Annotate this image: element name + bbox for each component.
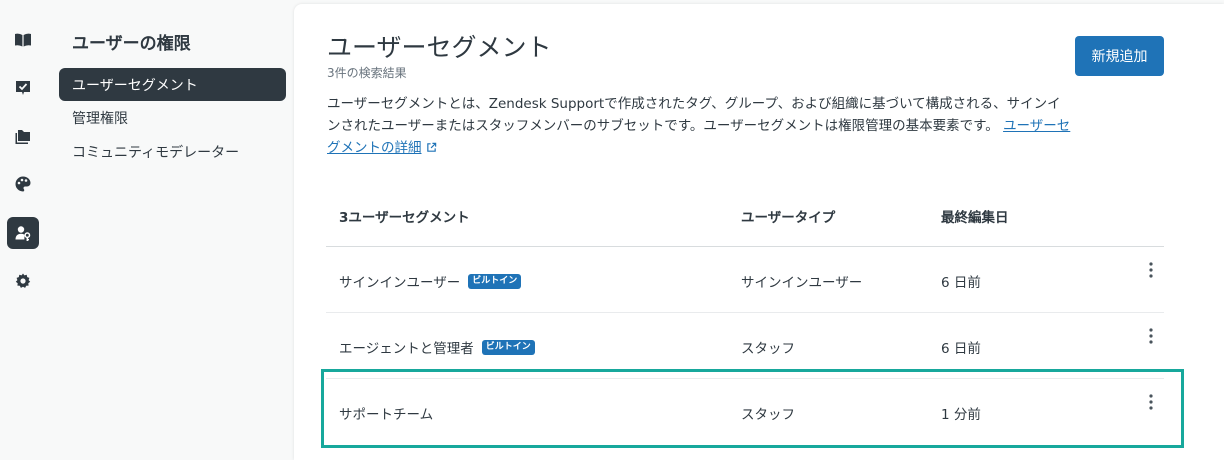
segment-name-text: エージェントと管理者 — [339, 341, 474, 357]
segment-name: サインインユーザー ビルトイン — [339, 271, 522, 291]
table-row[interactable]: エージェントと管理者 ビルトイン スタッフ 6 日前 — [326, 313, 1164, 379]
subnav-item-user-segments[interactable]: ユーザーセグメント — [59, 68, 286, 101]
last-edited: 6 日前 — [941, 341, 981, 357]
book-icon — [15, 33, 31, 47]
external-link-icon — [426, 142, 436, 152]
rail-item-guide[interactable] — [7, 24, 39, 56]
user-permissions-icon — [15, 226, 31, 241]
segment-name: エージェントと管理者 ビルトイン — [339, 337, 535, 357]
user-type: サインインユーザー — [741, 275, 863, 291]
user-type: スタッフ — [741, 407, 795, 423]
rail-item-moderation[interactable] — [7, 72, 39, 104]
builtin-badge: ビルトイン — [481, 339, 535, 355]
segment-name: サポートチーム — [339, 403, 433, 423]
rail-item-content[interactable] — [7, 120, 39, 152]
segment-name-text: サポートチーム — [339, 407, 434, 423]
table-row[interactable]: サインインユーザー ビルトイン サインインユーザー 6 日前 — [326, 247, 1164, 313]
secondary-nav: ユーザーの権限 ユーザーセグメント 管理権限 コミュニティモデレーター — [46, 0, 294, 460]
table-header-row: 3ユーザーセグメント ユーザータイプ 最終編集日 — [326, 184, 1164, 247]
folder-icon — [15, 130, 30, 144]
segments-table: 3ユーザーセグメント ユーザータイプ 最終編集日 サインインユーザー ビルトイン … — [326, 184, 1164, 445]
rail-item-user-permissions[interactable] — [7, 217, 39, 249]
kebab-menu-icon — [1149, 328, 1153, 344]
description-text: ユーザーセグメントとは、Zendesk Supportで作成されたタグ、グループ… — [327, 96, 1061, 134]
description: ユーザーセグメントとは、Zendesk Supportで作成されたタグ、グループ… — [327, 93, 1072, 159]
icon-rail — [0, 0, 46, 460]
user-type: スタッフ — [741, 341, 795, 357]
last-edited: 6 日前 — [941, 275, 981, 291]
table-row[interactable]: サポートチーム スタッフ 1 分前 — [326, 379, 1164, 445]
result-count: 3件の検索結果 — [327, 66, 407, 80]
subnav-item-community-moderators[interactable]: コミュニティモデレーター — [59, 135, 286, 168]
kebab-menu-icon — [1149, 394, 1153, 410]
rail-item-customize[interactable] — [7, 168, 39, 200]
add-new-button[interactable]: 新規追加 — [1075, 36, 1164, 76]
subnav-item-management-permissions[interactable]: 管理権限 — [59, 101, 286, 134]
palette-icon — [15, 176, 31, 192]
column-header-segment[interactable]: 3ユーザーセグメント — [339, 206, 470, 226]
main-panel: ユーザーセグメント 3件の検索結果 新規追加 ユーザーセグメントとは、Zende… — [294, 4, 1224, 460]
column-header-last-edited[interactable]: 最終編集日 — [941, 206, 1009, 226]
builtin-badge: ビルトイン — [468, 273, 522, 289]
rail-item-settings[interactable] — [7, 265, 39, 297]
subnav-title: ユーザーの権限 — [72, 34, 191, 54]
row-actions-button[interactable] — [1144, 326, 1158, 346]
segment-name-text: サインインユーザー — [339, 275, 461, 291]
last-edited: 1 分前 — [941, 407, 981, 423]
ticket-check-icon — [16, 81, 30, 95]
app: ユーザーの権限 ユーザーセグメント 管理権限 コミュニティモデレーター ユーザー… — [0, 0, 1224, 460]
kebab-menu-icon — [1149, 262, 1153, 278]
row-actions-button[interactable] — [1144, 260, 1158, 280]
page-title: ユーザーセグメント — [327, 33, 552, 62]
column-header-user-type[interactable]: ユーザータイプ — [741, 206, 835, 226]
gear-icon — [15, 273, 31, 288]
row-actions-button[interactable] — [1144, 392, 1158, 412]
